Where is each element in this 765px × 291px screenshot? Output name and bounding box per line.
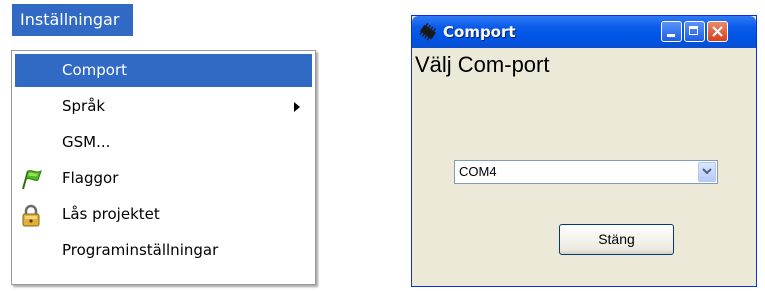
comport-select[interactable]: COM4 [454,160,718,184]
menu-item-las-projektet[interactable]: Lås projektet [15,198,312,231]
menu-item-flaggor[interactable]: Flaggor [15,162,312,195]
chevron-down-icon [702,168,712,175]
menu-item-programinstallningar[interactable]: Programinställningar [15,234,312,267]
chip-icon [418,22,438,41]
menu-item-label: Flaggor [62,169,119,187]
menu-item-sprak[interactable]: Språk [15,90,312,123]
close-dialog-button[interactable]: Stäng [559,224,674,255]
menu-item-comport[interactable]: Comport [15,54,312,87]
comport-dialog: Comport Välj Com-port COM4 Stäng [411,15,757,287]
minimize-button[interactable] [661,21,682,42]
submenu-arrow-icon [294,102,300,112]
flag-icon [19,168,42,190]
menu-item-label: Lås projektet [62,205,160,223]
dialog-heading: Välj Com-port [415,52,550,77]
menu-item-label: Programinställningar [62,241,219,259]
menu-title-installningar[interactable]: Inställningar [12,4,134,36]
dropdown-arrow-button[interactable] [698,162,716,182]
close-button[interactable] [707,21,728,42]
lock-icon [19,204,41,227]
menu-item-gsm[interactable]: GSM... [15,126,312,159]
maximize-button[interactable] [684,21,705,42]
menu-item-label: Comport [62,61,128,79]
comport-select-value: COM4 [459,164,497,179]
menu-item-label: GSM... [62,133,111,151]
dialog-title: Comport [443,23,516,41]
menu-item-label: Språk [62,97,106,115]
close-icon [712,26,723,37]
dropdown-menu: Comport Språk GSM... Flaggor Lås projekt [11,50,316,285]
title-bar[interactable]: Comport [412,16,756,48]
